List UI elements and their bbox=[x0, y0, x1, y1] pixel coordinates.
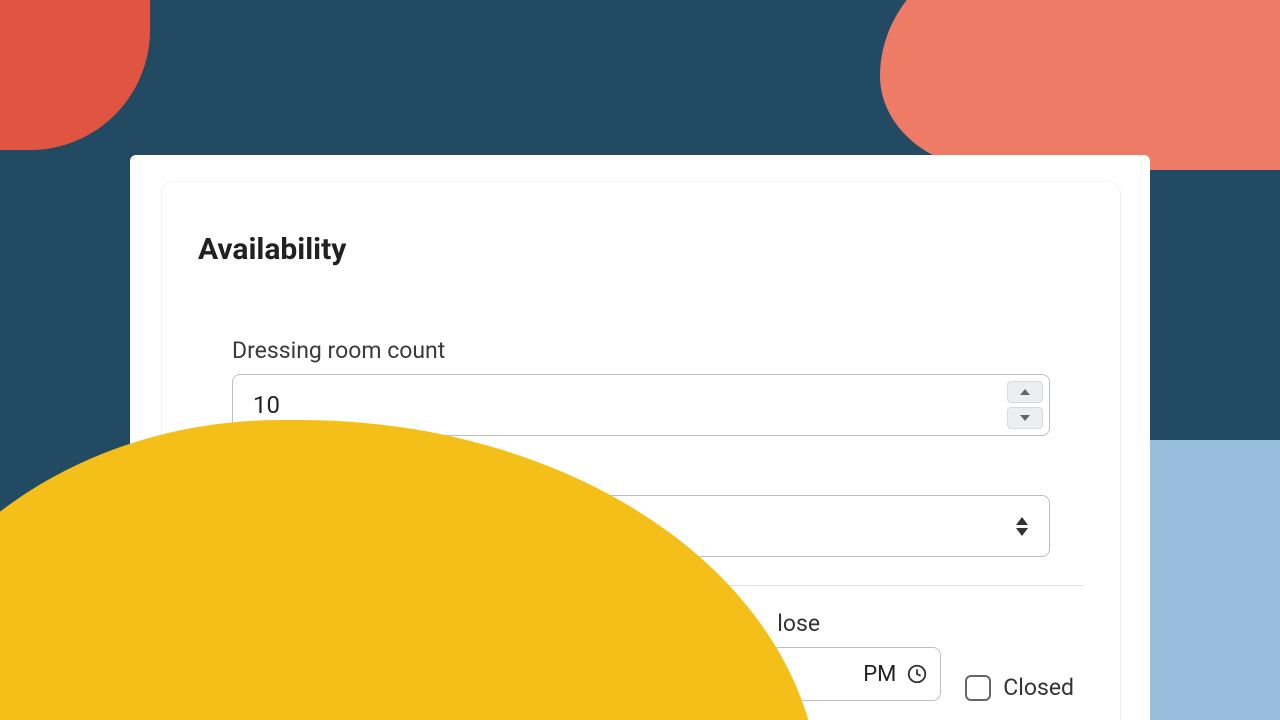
divider bbox=[198, 585, 1084, 586]
number-stepper bbox=[1007, 381, 1043, 429]
caret-down-icon bbox=[1020, 415, 1030, 421]
availability-card: Availability Dressing room count 10 Appo… bbox=[162, 182, 1120, 720]
select-sort-icon bbox=[1013, 514, 1031, 538]
close-column-label: lose bbox=[771, 610, 820, 637]
close-time-input[interactable]: PM bbox=[771, 647, 941, 701]
decor-blob-coral bbox=[880, 0, 1280, 170]
closed-label: Closed bbox=[1003, 674, 1074, 701]
dressing-room-count-value: 10 bbox=[253, 391, 280, 419]
closed-checkbox[interactable] bbox=[965, 675, 991, 701]
close-time-value: PM bbox=[863, 662, 896, 687]
decor-blob-red bbox=[0, 0, 150, 150]
card-title: Availability bbox=[198, 232, 1084, 267]
dressing-room-count-label: Dressing room count bbox=[232, 337, 1050, 364]
stepper-down-button[interactable] bbox=[1007, 407, 1043, 429]
caret-up-icon bbox=[1020, 389, 1030, 395]
field-appointment-length: Appointment length 45 Minutes bbox=[198, 458, 1084, 557]
stepper-up-button[interactable] bbox=[1007, 381, 1043, 403]
appointment-length-value: 45 Minutes bbox=[253, 512, 372, 540]
caret-down-icon bbox=[1016, 528, 1028, 536]
caret-up-icon bbox=[1016, 517, 1028, 525]
stage: Availability Dressing room count 10 Appo… bbox=[0, 0, 1280, 720]
field-dressing-room-count: Dressing room count 10 bbox=[198, 337, 1084, 436]
appointment-length-label: Appointment length bbox=[232, 458, 1050, 485]
schedule-row: lose PM Closed bbox=[198, 610, 1084, 701]
appointment-length-select[interactable]: 45 Minutes bbox=[232, 495, 1050, 557]
clock-icon bbox=[906, 663, 928, 685]
dressing-room-count-input[interactable]: 10 bbox=[232, 374, 1050, 436]
closed-checkbox-group: Closed bbox=[965, 674, 1074, 701]
